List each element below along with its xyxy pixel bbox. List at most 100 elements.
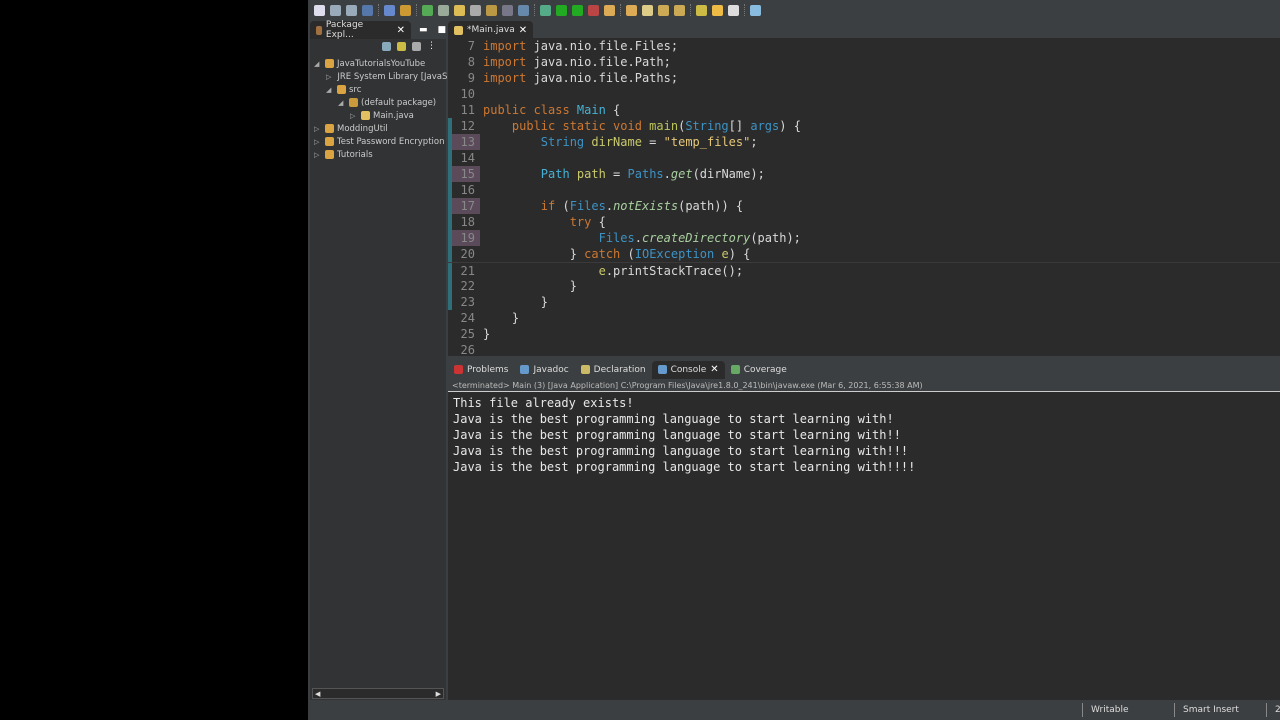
collapse-all-icon[interactable] [382, 41, 391, 51]
toggle-icon[interactable] [502, 4, 513, 16]
expand-arrow-icon[interactable]: ◢ [314, 60, 322, 68]
new-icon[interactable] [314, 4, 325, 16]
scroll-left-icon[interactable]: ◀ [315, 690, 320, 698]
eclipse-window: Package Expl... ✕ ▬ ■ ⋮ ◢ JavaTutorialsYo… [308, 0, 1280, 720]
perspective-icon[interactable] [750, 4, 761, 16]
tab-console[interactable]: Console ✕ [651, 360, 725, 379]
highlight-icon[interactable] [454, 4, 465, 16]
line-number: 16 [448, 182, 480, 198]
code-editor[interactable]: 7 import java.nio.file.Files; 8 import java… [448, 38, 1280, 356]
view-menu-icon[interactable]: ⋮ [427, 41, 436, 51]
save-icon[interactable] [330, 4, 341, 16]
paragraph-icon[interactable] [518, 4, 529, 16]
skip-breakpoints-icon[interactable] [384, 4, 395, 16]
expand-arrow-icon[interactable]: ◢ [326, 86, 334, 94]
tab-problems[interactable]: Problems [448, 361, 514, 379]
code-token: .printStackTrace(); [605, 264, 744, 278]
task-icon[interactable] [470, 4, 481, 16]
terminal-icon[interactable] [362, 4, 373, 16]
open-type-icon[interactable] [438, 4, 449, 16]
code-text: public static void main(String[] args) { [480, 118, 801, 134]
code-token: (path); [750, 231, 801, 245]
line-number: 15 [448, 166, 480, 182]
run-icon[interactable] [556, 4, 567, 16]
code-token: Path [540, 167, 577, 181]
last-edit-icon[interactable] [696, 4, 707, 16]
expand-arrow-icon[interactable]: ▷ [326, 73, 331, 81]
code-token: java.nio.file.Path; [533, 55, 671, 69]
close-icon[interactable]: ✕ [397, 25, 405, 36]
open-project-icon[interactable] [626, 4, 637, 16]
expand-arrow-icon[interactable]: ▷ [314, 138, 322, 146]
line-number: 8 [467, 55, 475, 69]
expand-arrow-icon[interactable]: ◢ [338, 99, 346, 107]
tree-item[interactable]: ◢ (default package) [310, 96, 446, 109]
code-token: ( [627, 247, 635, 261]
external-tools-icon[interactable] [588, 4, 599, 16]
scroll-right-icon[interactable]: ▶ [436, 690, 441, 698]
close-icon[interactable]: ✕ [710, 364, 718, 375]
refresh-icon[interactable] [422, 4, 433, 16]
line-number: 22 [448, 278, 480, 294]
tree-item[interactable]: ▷ Tutorials [310, 148, 446, 161]
forward-icon[interactable] [728, 4, 739, 16]
filter-icon[interactable] [412, 41, 421, 51]
maximize-icon[interactable]: ■ [437, 25, 446, 35]
close-icon[interactable]: ✕ [519, 25, 527, 36]
code-line: 20 } catch (IOException e) { [448, 246, 1280, 262]
code-text: } [480, 310, 519, 326]
code-token: Files [569, 199, 606, 213]
bottom-panel: Problems Javadoc Declaration Console ✕ Covera… [448, 360, 1280, 700]
code-token: public class [483, 103, 577, 117]
tab-package-explorer[interactable]: Package Expl... ✕ [310, 20, 411, 40]
project-icon [325, 59, 334, 68]
expand-arrow-icon[interactable]: ▷ [314, 125, 322, 133]
code-token: [] [728, 119, 751, 133]
tree-item[interactable]: ◢ src [310, 83, 446, 96]
tree-item[interactable]: ▷ Main.java [310, 109, 446, 122]
console-output[interactable]: This file already exists! Java is the bes… [448, 392, 1280, 475]
tree-item-label: JRE System Library [JavaS [337, 71, 448, 82]
back-icon[interactable] [712, 4, 723, 16]
tab-coverage[interactable]: Coverage [725, 361, 793, 379]
console-line: Java is the best programming language to… [453, 444, 909, 458]
horizontal-scrollbar[interactable]: ◀ ▶ [312, 688, 444, 699]
code-line: 15 Path path = Paths.get(dirName); [448, 166, 1280, 182]
expand-arrow-icon[interactable]: ▷ [350, 112, 358, 120]
console-line: Java is the best programming language to… [453, 412, 894, 426]
tree-item-label: JavaTutorialsYouTube [337, 58, 426, 69]
tab-javadoc[interactable]: Javadoc [514, 361, 574, 379]
link-editor-icon[interactable] [397, 41, 406, 51]
debug-icon[interactable] [540, 4, 551, 16]
tab-declaration[interactable]: Declaration [575, 361, 652, 379]
minimize-icon[interactable]: ▬ [419, 25, 428, 35]
open-folder-icon[interactable] [604, 4, 615, 16]
code-token: e [598, 264, 606, 278]
new-package-icon[interactable] [400, 4, 411, 16]
toolbar-separator [620, 4, 621, 16]
next-annotation-icon[interactable] [658, 4, 669, 16]
tree-item[interactable]: ▷ ModdingUtil [310, 122, 446, 135]
coverage-icon[interactable] [572, 4, 583, 16]
code-text: Files.createDirectory(path); [480, 230, 801, 246]
tree-item[interactable]: ▷ JRE System Library [JavaS [310, 70, 448, 83]
tab-main-java[interactable]: *Main.java ✕ [448, 21, 534, 39]
code-token: notExists [613, 199, 679, 213]
toolbar-separator [534, 4, 535, 16]
expand-arrow-icon[interactable]: ▷ [314, 151, 322, 159]
code-text: if (Files.notExists(path)) { [480, 198, 743, 214]
tree-item[interactable]: ◢ JavaTutorialsYouTube [310, 57, 446, 70]
prev-annotation-icon[interactable] [674, 4, 685, 16]
code-token: . [634, 231, 642, 245]
open-file-icon[interactable] [486, 4, 497, 16]
code-line: 14 [448, 150, 1280, 166]
tree-item[interactable]: ▷ Test Password Encryption [310, 135, 446, 148]
code-token: import [483, 55, 534, 69]
save-all-icon[interactable] [346, 4, 357, 16]
tab-label: Declaration [593, 364, 646, 375]
pen-icon[interactable] [642, 4, 653, 16]
code-token: java.nio.file.Paths; [533, 71, 679, 85]
tab-label: Javadoc [533, 364, 569, 375]
